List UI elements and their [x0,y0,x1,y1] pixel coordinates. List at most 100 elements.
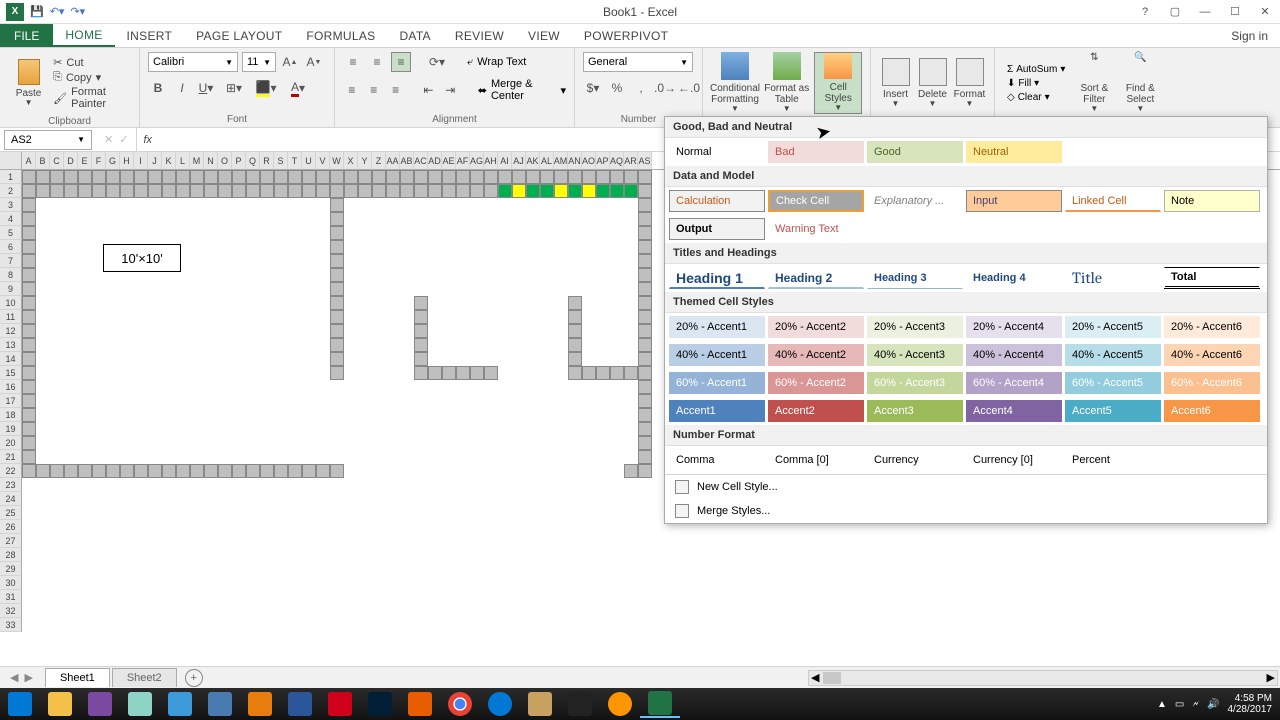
col-header[interactable]: Q [246,152,260,169]
col-header[interactable]: AH [484,152,498,169]
style-20-accent5[interactable]: 20% - Accent5 [1065,316,1161,338]
style-normal[interactable]: Normal [669,141,765,163]
row-header[interactable]: 19 [0,422,22,436]
row-header[interactable]: 16 [0,380,22,394]
col-header[interactable]: AN [568,152,582,169]
qat-undo-icon[interactable]: ↶▾ [50,5,65,18]
select-all-corner[interactable] [0,152,22,169]
row-header[interactable]: 29 [0,562,22,576]
style-60-accent1[interactable]: 60% - Accent1 [669,372,765,394]
col-header[interactable]: AO [582,152,596,169]
task-excel-active[interactable] [640,690,680,718]
border-button[interactable]: ⊞▾ [220,78,248,98]
sheet-prev-icon[interactable]: ◀ [10,671,18,684]
orientation-button[interactable]: ⟳▾ [427,52,447,72]
col-header[interactable]: AQ [610,152,624,169]
row-header[interactable]: 17 [0,394,22,408]
fill-button[interactable]: ⬇Fill▾ [1003,77,1069,90]
col-header[interactable]: AI [498,152,512,169]
style-neutral[interactable]: Neutral [966,141,1062,163]
style-60-accent2[interactable]: 60% - Accent2 [768,372,864,394]
style-currency-0-[interactable]: Currency [0] [966,449,1062,471]
row-header[interactable]: 14 [0,352,22,366]
font-color-button[interactable]: A▾ [284,78,312,98]
align-middle-button[interactable]: ≡ [367,52,387,72]
start-button[interactable] [0,690,40,718]
dec-decimal-button[interactable]: ←.0 [679,78,699,98]
qat-redo-icon[interactable]: ↷▾ [70,5,85,18]
style-40-accent6[interactable]: 40% - Accent6 [1164,344,1260,366]
task-explorer[interactable] [40,690,80,718]
underline-button[interactable]: U▾ [196,78,216,98]
italic-button[interactable]: I [172,78,192,98]
col-header[interactable]: H [120,152,134,169]
col-header[interactable]: AK [526,152,540,169]
tab-insert[interactable]: INSERT [115,24,185,47]
col-header[interactable]: E [78,152,92,169]
col-header[interactable]: S [274,152,288,169]
col-header[interactable]: G [106,152,120,169]
row-header[interactable]: 1 [0,170,22,184]
tab-formulas[interactable]: FORMULAS [294,24,387,47]
font-size-select[interactable]: 11▼ [242,52,276,72]
insert-cells-button[interactable]: Insert▼ [879,52,912,114]
col-header[interactable]: F [92,152,106,169]
col-header[interactable]: Y [358,152,372,169]
row-header[interactable]: 26 [0,520,22,534]
horizontal-scrollbar[interactable]: ◀▶ [808,670,1278,686]
align-top-button[interactable]: ≡ [343,52,363,72]
align-right-button[interactable]: ≡ [387,80,405,100]
merge-styles[interactable]: Merge Styles... [665,499,1267,523]
row-header[interactable]: 24 [0,492,22,506]
style-note[interactable]: Note [1164,190,1260,212]
row-header[interactable]: 23 [0,478,22,492]
col-header[interactable]: AE [442,152,456,169]
col-header[interactable]: Z [372,152,386,169]
col-header[interactable]: K [162,152,176,169]
col-header[interactable]: AJ [512,152,526,169]
style-warning-text[interactable]: Warning Text [768,218,864,240]
font-name-select[interactable]: Calibri▼ [148,52,238,72]
row-header[interactable]: 21 [0,450,22,464]
task-acrobat[interactable] [320,690,360,718]
row-header[interactable]: 10 [0,296,22,310]
row-header[interactable]: 32 [0,604,22,618]
col-header[interactable]: W [330,152,344,169]
style-title[interactable]: Title [1065,267,1161,289]
style-check-cell[interactable]: Check Cell [768,190,864,212]
row-header[interactable]: 25 [0,506,22,520]
row-header[interactable]: 18 [0,408,22,422]
align-bottom-button[interactable]: ≡ [391,52,411,72]
style-accent5[interactable]: Accent5 [1065,400,1161,422]
style-comma-0-[interactable]: Comma [0] [768,449,864,471]
tray-volume-icon[interactable]: 🔊 [1207,699,1219,710]
number-format-select[interactable]: General▼ [583,52,693,72]
col-header[interactable]: AM [554,152,568,169]
style-percent[interactable]: Percent [1065,449,1161,471]
fill-color-button[interactable]: ⬛▾ [252,78,280,98]
style-accent6[interactable]: Accent6 [1164,400,1260,422]
format-cells-button[interactable]: Format▼ [953,52,986,114]
add-sheet-button[interactable]: + [185,669,203,687]
inc-decimal-button[interactable]: .0→ [655,78,675,98]
style-currency[interactable]: Currency [867,449,963,471]
maximize-icon[interactable]: ☐ [1220,1,1250,23]
style-60-accent6[interactable]: 60% - Accent6 [1164,372,1260,394]
autosum-button[interactable]: ΣAutoSum▾ [1003,63,1069,76]
style-20-accent4[interactable]: 20% - Accent4 [966,316,1062,338]
style-comma[interactable]: Comma [669,449,765,471]
row-header[interactable]: 9 [0,282,22,296]
col-header[interactable]: M [190,152,204,169]
style-heading3[interactable]: Heading 3 [867,267,963,289]
shrink-font-button[interactable]: A▼ [304,52,324,72]
col-header[interactable]: AF [456,152,470,169]
close-icon[interactable]: ✕ [1250,1,1280,23]
col-header[interactable]: D [64,152,78,169]
col-header[interactable]: AP [596,152,610,169]
style-60-accent5[interactable]: 60% - Accent5 [1065,372,1161,394]
cancel-icon[interactable]: ✕ [104,133,113,146]
tab-home[interactable]: HOME [53,24,114,47]
row-header[interactable]: 31 [0,590,22,604]
style-40-accent3[interactable]: 40% - Accent3 [867,344,963,366]
col-header[interactable]: N [204,152,218,169]
